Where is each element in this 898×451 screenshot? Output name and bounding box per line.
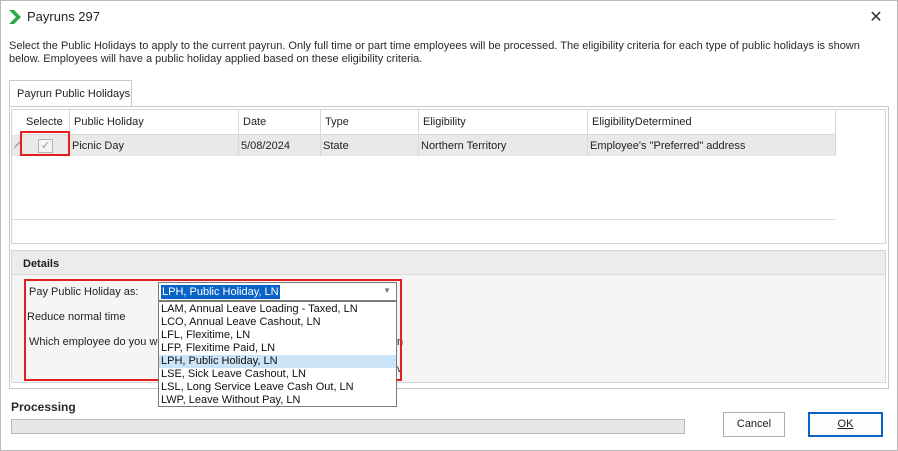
dropdown-option[interactable]: LAM, Annual Leave Loading - Taxed, LN bbox=[159, 303, 396, 316]
cell-eligibility: Northern Territory bbox=[419, 135, 588, 156]
dropdown-option[interactable]: LWP, Leave Without Pay, LN bbox=[159, 394, 396, 407]
dropdown-option[interactable]: LSL, Long Service Leave Cash Out, LN bbox=[159, 381, 396, 394]
pay-type-dropdown-list: LAM, Annual Leave Loading - Taxed, LN LC… bbox=[158, 301, 397, 407]
title-bar: Payruns 297 ✕ bbox=[1, 1, 897, 33]
cancel-button[interactable]: Cancel bbox=[723, 412, 785, 437]
details-header: Details bbox=[12, 251, 885, 275]
ok-button[interactable]: OK bbox=[808, 412, 883, 437]
cell-eligibility-determined: Employee's "Preferred" address bbox=[588, 135, 836, 156]
cell-public-holiday: Picnic Day bbox=[70, 135, 239, 156]
checkbox-highlight-box bbox=[20, 131, 70, 156]
column-header-type[interactable]: Type bbox=[321, 110, 419, 135]
ok-button-label: OK bbox=[837, 418, 854, 430]
dropdown-option[interactable]: LCO, Annual Leave Cashout, LN bbox=[159, 316, 396, 329]
tab-payrun-public-holidays[interactable]: Payrun Public Holidays bbox=[9, 80, 132, 107]
processing-label: Processing bbox=[11, 400, 76, 414]
payruns-dialog: Payruns 297 ✕ Select the Public Holidays… bbox=[0, 0, 898, 451]
dropdown-option-selected[interactable]: LPH, Public Holiday, LN bbox=[159, 355, 396, 368]
cell-type: State bbox=[321, 135, 419, 156]
column-header-eligibility[interactable]: Eligibility bbox=[419, 110, 588, 135]
processing-progress-bar bbox=[11, 419, 685, 434]
dropdown-option[interactable]: LFL, Flexitime, LN bbox=[159, 329, 396, 342]
app-logo-icon bbox=[9, 10, 21, 24]
dropdown-option[interactable]: LSE, Sick Leave Cashout, LN bbox=[159, 368, 396, 381]
window-title: Payruns 297 bbox=[27, 9, 100, 24]
close-icon[interactable]: ✕ bbox=[865, 7, 887, 27]
grid-body: Selecte Public Holiday Date Type Eligibi… bbox=[12, 110, 836, 220]
cell-date: 5/08/2024 bbox=[239, 135, 321, 156]
instructions-text: Select the Public Holidays to apply to t… bbox=[9, 40, 860, 65]
column-header-date[interactable]: Date bbox=[239, 110, 321, 135]
table-row[interactable]: Picnic Day 5/08/2024 State Northern Terr… bbox=[12, 135, 836, 156]
public-holidays-grid: Selecte Public Holiday Date Type Eligibi… bbox=[11, 109, 886, 244]
dropdown-option[interactable]: LFP, Flexitime Paid, LN bbox=[159, 342, 396, 355]
column-header-eligibility-determined[interactable]: EligibilityDetermined bbox=[588, 110, 836, 135]
column-header-public-holiday[interactable]: Public Holiday bbox=[70, 110, 239, 135]
